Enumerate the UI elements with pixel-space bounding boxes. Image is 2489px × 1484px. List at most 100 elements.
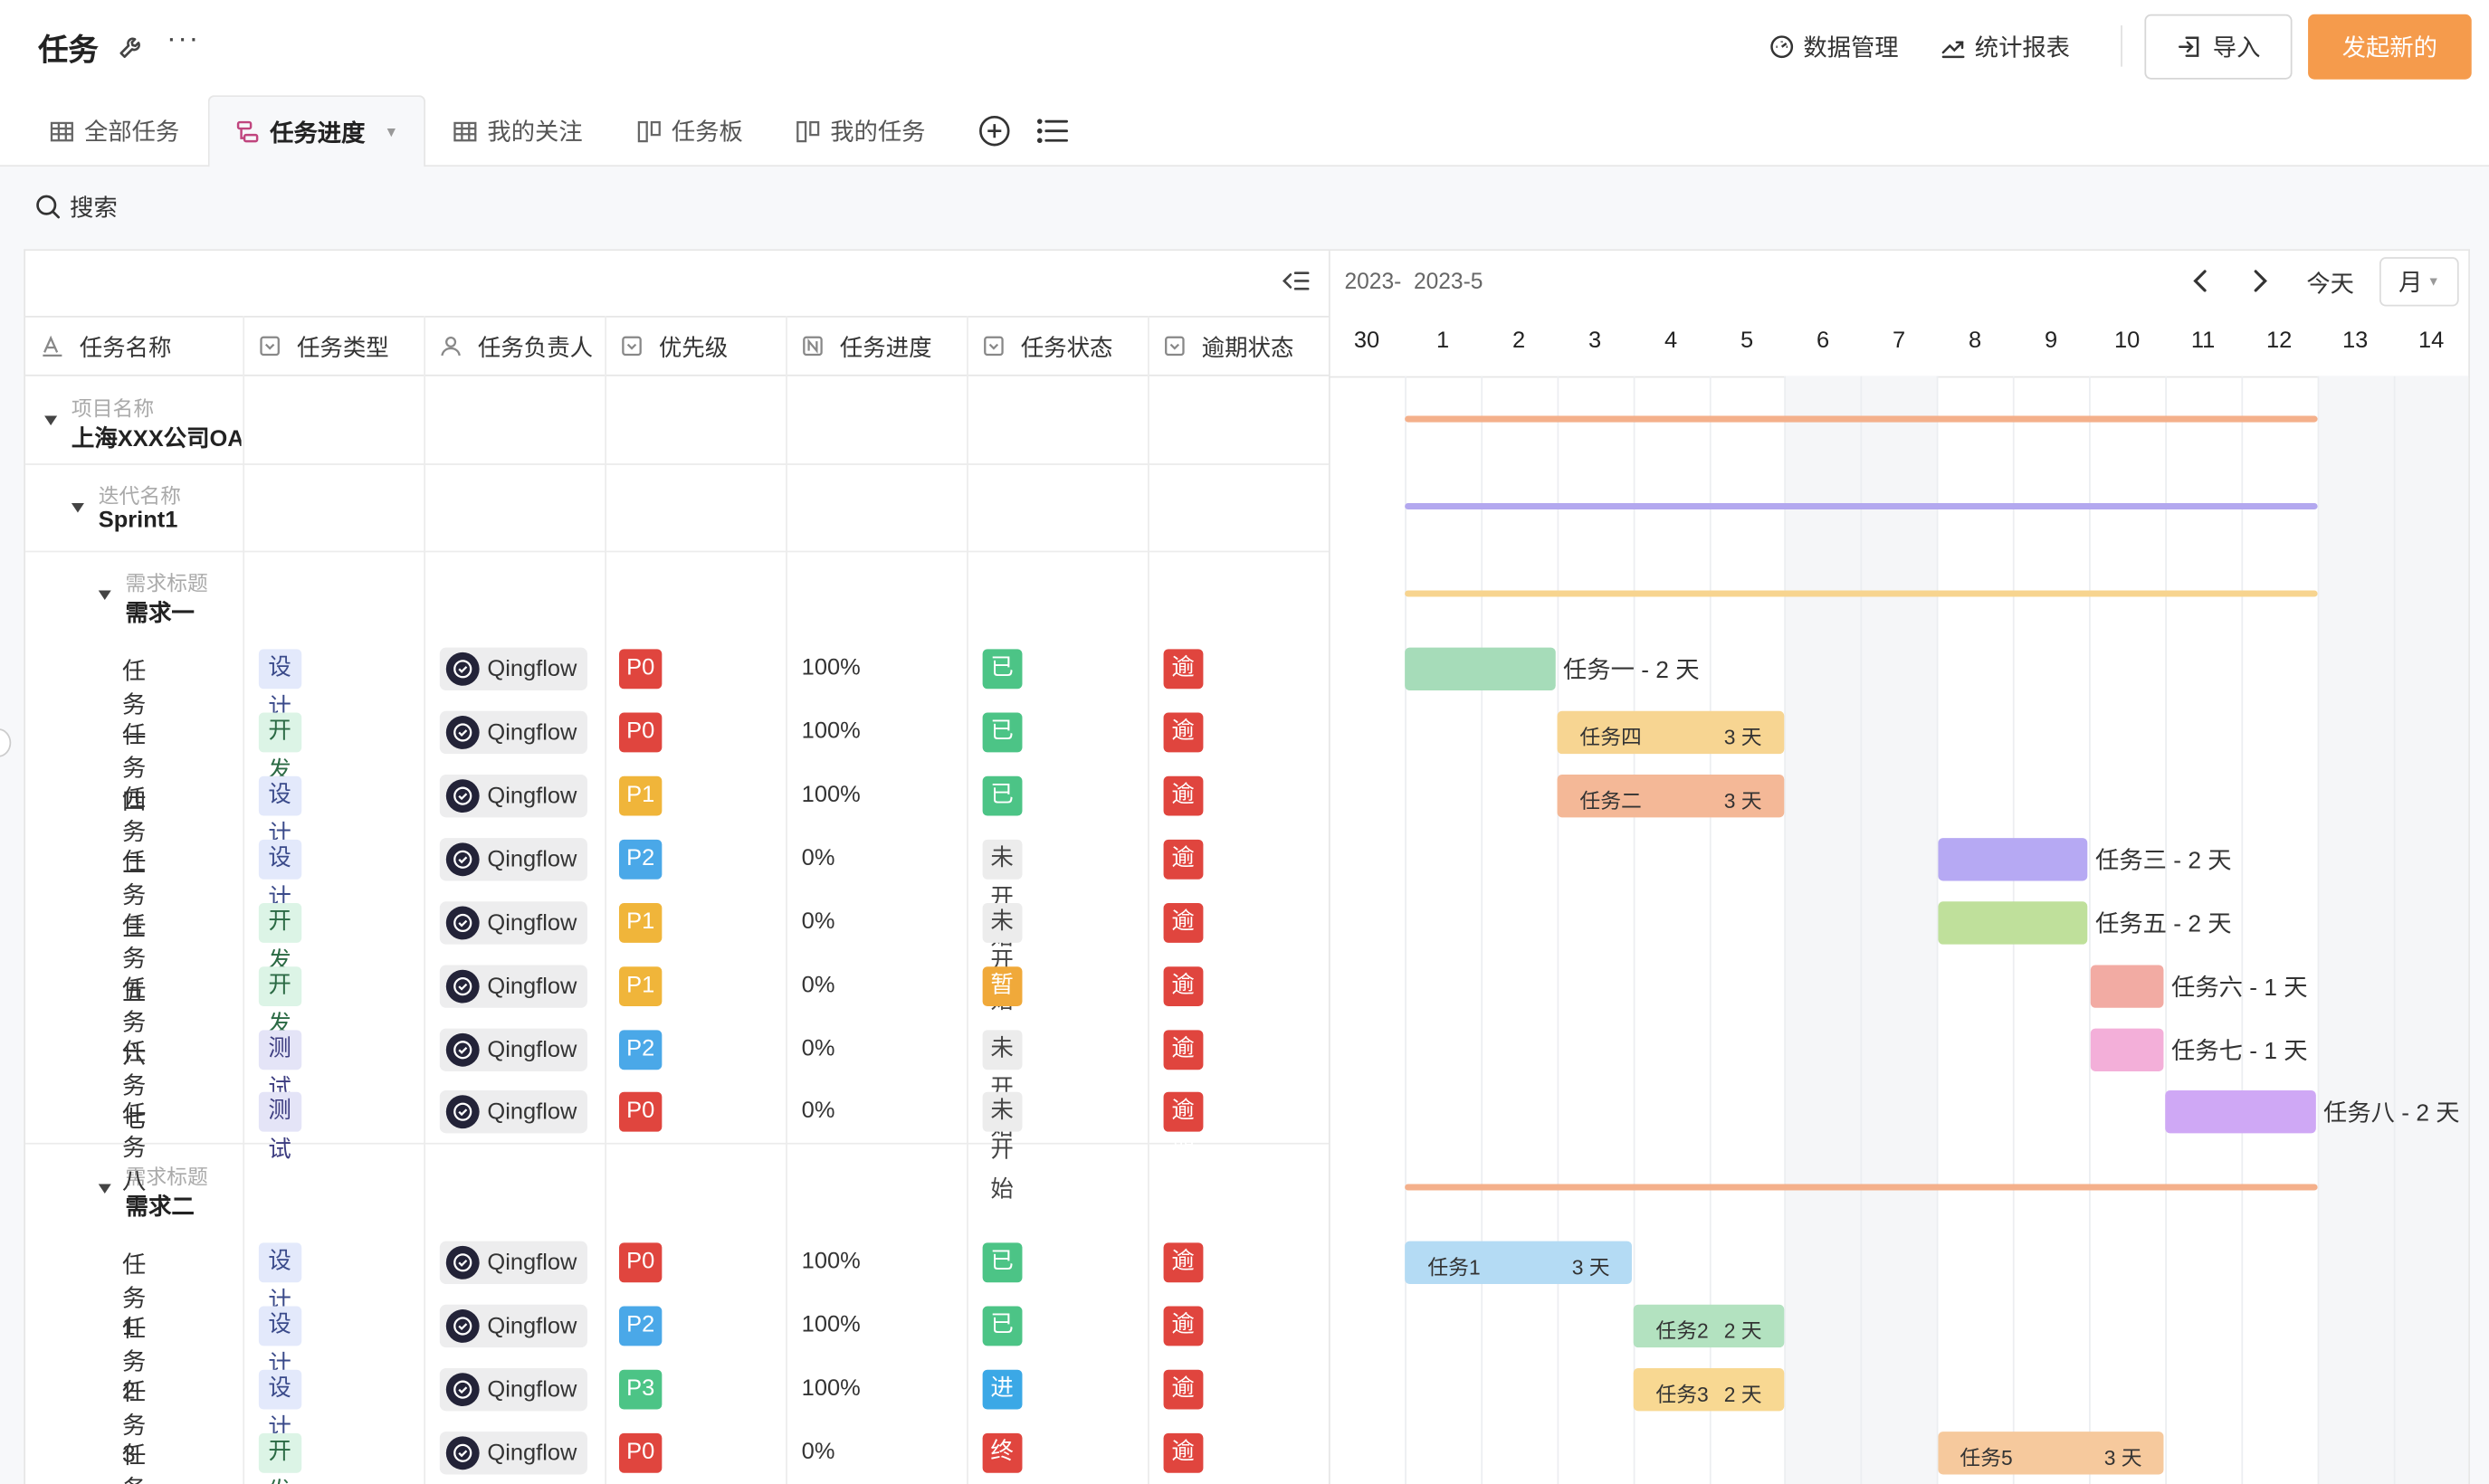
owner-chip[interactable]: Qingflow <box>439 838 587 881</box>
wrench-icon[interactable] <box>118 32 147 61</box>
view-list-icon[interactable] <box>1036 116 1068 146</box>
overdue-tag: 逾期 <box>1163 712 1203 784</box>
status-tag: 已完成 <box>982 712 1022 823</box>
gantt-bar-label: 任务一 - 2 天 <box>1562 657 1700 684</box>
search-button[interactable]: 搜索 <box>35 190 118 224</box>
column-header-label: 任务状态 <box>1020 335 1113 362</box>
avatar <box>445 1309 480 1343</box>
task-type-tag: 测试 <box>258 1091 301 1164</box>
owner-name: Qingflow <box>487 1376 577 1403</box>
status-tag: 已完成 <box>982 1242 1022 1354</box>
check-circle-icon <box>453 1102 472 1121</box>
task-name[interactable]: 任务八 <box>122 1097 146 1197</box>
tab-all-tasks[interactable]: 全部任务 <box>49 95 179 166</box>
gantt-summary-bar[interactable] <box>1404 503 2318 510</box>
gantt-task-bar[interactable]: 任务3 2 天 <box>1633 1367 1785 1412</box>
check-circle-icon <box>453 1443 472 1462</box>
status-tag: 已完成 <box>982 649 1022 760</box>
column-header-task-name[interactable]: 任务名称 <box>25 316 243 376</box>
gantt-bar-label: 任务三 - 2 天 <box>2095 847 2232 875</box>
owner-chip[interactable]: Qingflow <box>439 710 587 755</box>
gantt-summary-bar[interactable] <box>1404 1184 2318 1191</box>
owner-chip[interactable]: Qingflow <box>439 965 587 1008</box>
column-header-overdue[interactable]: 逾期状态 <box>1148 316 1329 376</box>
data-management-link[interactable]: 数据管理 <box>1769 30 1899 63</box>
group-value-project: 上海XXX公司OA <box>71 426 242 452</box>
gantt-task-bar[interactable]: 任务二 3 天 <box>1557 774 1785 818</box>
trend-icon <box>1941 41 1965 59</box>
reports-link[interactable]: 统计报表 <box>1940 30 2070 63</box>
column-header-progress[interactable]: 任务进度 <box>786 316 968 376</box>
column-header-task-type[interactable]: 任务类型 <box>243 316 424 376</box>
tab-task-board[interactable]: 任务板 <box>636 95 743 166</box>
progress-value: 100% <box>801 1312 861 1338</box>
today-button[interactable]: 今天 <box>2306 267 2354 300</box>
gantt-day-label: 5 <box>1740 328 1754 355</box>
chevron-left-icon[interactable] <box>2188 267 2217 296</box>
owner-chip[interactable]: Qingflow <box>439 1432 587 1475</box>
chevron-right-icon[interactable] <box>2245 267 2274 296</box>
tab-my-tasks[interactable]: 我的任务 <box>796 95 926 166</box>
gantt-day-label: 14 <box>2417 328 2445 355</box>
column-header-status[interactable]: 任务状态 <box>967 316 1149 376</box>
progress-value: 100% <box>801 718 861 745</box>
new-record-button[interactable]: 发起新的 <box>2308 14 2472 80</box>
collapse-toggle-icon[interactable] <box>98 590 111 601</box>
gantt-task-bar[interactable] <box>1405 647 1557 690</box>
tab-label: 我的任务 <box>830 119 926 147</box>
owner-chip[interactable]: Qingflow <box>439 1090 587 1134</box>
page-title: 任务 <box>38 34 99 69</box>
gantt-task-bar[interactable]: 任务5 3 天 <box>1937 1432 2165 1475</box>
gantt-summary-bar[interactable] <box>1404 590 2318 597</box>
task-name[interactable]: 任务5 <box>122 1438 146 1484</box>
gantt-day-label: 11 <box>2190 328 2216 355</box>
owner-chip[interactable]: Qingflow <box>439 774 587 818</box>
owner-chip[interactable]: Qingflow <box>439 1367 587 1412</box>
gantt-task-bar[interactable] <box>2089 1028 2165 1071</box>
gantt-task-bar[interactable]: 任务2 2 天 <box>1633 1304 1785 1348</box>
gantt-task-bar[interactable] <box>1937 901 2089 945</box>
gantt-bar-name: 任务2 <box>1655 1318 1709 1343</box>
owner-chip[interactable]: Qingflow <box>439 1028 587 1071</box>
gantt-task-bar[interactable] <box>2089 965 2165 1008</box>
collapse-toggle-icon[interactable] <box>98 1184 111 1194</box>
tab-my-follows[interactable]: 我的关注 <box>453 95 583 166</box>
import-icon <box>2178 36 2199 57</box>
kanban-icon <box>796 120 820 142</box>
status-tag: 未开始 <box>982 1030 1022 1141</box>
gantt-task-bar[interactable] <box>1937 838 2089 881</box>
gantt-day-label: 12 <box>2265 328 2293 355</box>
task-type-tag: 设计 <box>258 1306 301 1377</box>
owner-chip[interactable]: Qingflow <box>439 1241 587 1284</box>
gantt-gridline <box>2241 376 2243 1484</box>
owner-chip[interactable]: Qingflow <box>439 1304 587 1348</box>
overdue-tag: 逾期 <box>1163 839 1203 911</box>
collapse-toggle-icon[interactable] <box>71 503 84 513</box>
task-type-tag: 设计 <box>258 1369 301 1441</box>
task-type-tag: 设计 <box>258 1242 301 1314</box>
gantt-task-bar[interactable]: 任务1 3 天 <box>1405 1241 1633 1284</box>
gantt-summary-bar[interactable] <box>1404 415 2318 423</box>
tab-label: 全部任务 <box>83 119 180 147</box>
owner-chip[interactable]: Qingflow <box>439 901 587 945</box>
caret-down-icon[interactable]: ▼ <box>384 124 398 140</box>
more-icon[interactable]: ··· <box>167 23 200 56</box>
table-icon <box>50 120 73 141</box>
add-view-icon[interactable] <box>977 114 1011 147</box>
progress-value: 0% <box>801 973 835 999</box>
gantt-task-bar[interactable]: 任务四 3 天 <box>1557 710 1785 755</box>
select-field-icon <box>1165 336 1185 357</box>
owner-chip[interactable]: Qingflow <box>439 647 587 690</box>
collapse-table-icon[interactable] <box>1281 268 1310 293</box>
gantt-gridline <box>1404 376 1407 1484</box>
import-button[interactable]: 导入 <box>2144 14 2293 80</box>
gantt-task-bar[interactable] <box>2165 1090 2317 1134</box>
overdue-tag: 逾期 <box>1163 649 1203 720</box>
progress-value: 0% <box>801 845 835 871</box>
tab-task-progress[interactable]: 任务进度 ▼ <box>207 95 425 168</box>
task-type-tag: 测试 <box>258 1030 301 1101</box>
zoom-select[interactable]: 月 ▼ <box>2379 257 2459 307</box>
column-header-priority[interactable]: 优先级 <box>605 316 787 376</box>
column-header-owner[interactable]: 任务负责人 <box>424 316 606 376</box>
collapse-toggle-icon[interactable] <box>44 415 58 426</box>
